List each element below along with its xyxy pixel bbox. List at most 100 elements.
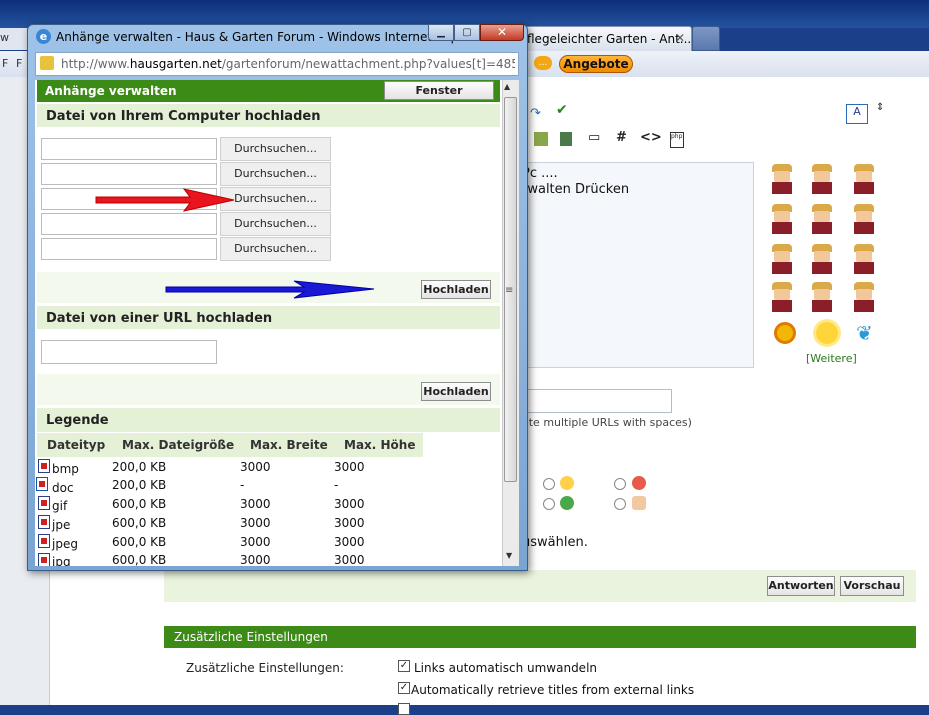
close-window-button[interactable]: ✕: [480, 24, 524, 41]
popup-window-title: Anhänge verwalten - Haus & Garten Forum …: [56, 30, 470, 44]
sunflower-icon[interactable]: [774, 322, 796, 344]
smiley-farmer-icon[interactable]: [770, 164, 794, 194]
smiley-farmer-icon[interactable]: [810, 204, 834, 234]
address-url[interactable]: http://www.hausgarten.net/gartenforum/ne…: [61, 57, 515, 71]
table-cell-width: -: [240, 478, 245, 492]
red-arrow-annotation: [95, 188, 235, 212]
post-icon-radio[interactable]: [614, 478, 626, 490]
table-cell-width: 3000: [240, 460, 271, 474]
scroll-down-arrow-icon[interactable]: ▼: [506, 551, 512, 560]
butterfly-icon[interactable]: ❦: [856, 322, 873, 344]
smiley-farmer-icon[interactable]: [852, 204, 876, 234]
redo-icon[interactable]: ↷: [530, 106, 541, 121]
smiley-farmer-pair-icon[interactable]: [852, 164, 876, 194]
file-input-2[interactable]: [41, 163, 217, 185]
code-icon[interactable]: <>: [640, 130, 662, 145]
speech-bubble-icon[interactable]: …: [534, 56, 552, 70]
post-icon-radio[interactable]: [614, 498, 626, 510]
reply-button[interactable]: Antworten: [767, 576, 835, 596]
thumbs-up-icon: [632, 496, 646, 510]
browse-button-2[interactable]: Durchsuchen...: [220, 162, 331, 186]
table-cell-height: 3000: [334, 516, 365, 530]
table-cell-type: jpeg: [52, 537, 78, 551]
smiley-farmer-icon[interactable]: [770, 204, 794, 234]
editor-toolbar: ↷ ✔ A ⇕ ▭ # <> php: [520, 100, 920, 160]
col-header-maxsize: Max. Dateigröße: [122, 438, 235, 452]
auto-links-checkbox[interactable]: ✓: [398, 660, 410, 672]
browser-tab-garden[interactable]: flegeleichter Garten - Ant... ✕: [522, 26, 692, 51]
cmd-fragment-1: F: [2, 57, 9, 70]
upload-button-computer[interactable]: Hochladen: [421, 280, 491, 299]
smiley-farmer-icon[interactable]: [810, 164, 834, 194]
browse-button-5[interactable]: Durchsuchen...: [220, 237, 331, 261]
image-icon[interactable]: [534, 132, 548, 146]
col-header-maxwidth: Max. Breite: [250, 438, 328, 452]
angebote-button[interactable]: Angebote: [559, 55, 633, 73]
table-cell-size: 600,0 KB: [112, 553, 167, 566]
resize-arrows-icon[interactable]: ⇕: [876, 102, 884, 113]
url-hint: ate multiple URLs with spaces): [522, 416, 692, 429]
file-input-1[interactable]: [41, 138, 217, 160]
browser-tab-partial[interactable]: w: [0, 28, 28, 50]
table-cell-width: 3000: [240, 516, 271, 530]
table-cell-width: 3000: [240, 553, 271, 566]
sun-icon[interactable]: [816, 322, 838, 344]
smiley-farmer-icon[interactable]: [810, 282, 834, 312]
angry-face-icon: [632, 476, 646, 490]
font-size-icon[interactable]: A: [846, 104, 868, 124]
table-cell-height: 3000: [334, 535, 365, 549]
minimize-button[interactable]: ▁: [428, 24, 454, 41]
browse-button-4[interactable]: Durchsuchen...: [220, 212, 331, 236]
smiley-farmer-icon[interactable]: [852, 244, 876, 274]
col-header-maxheight: Max. Höhe: [344, 438, 416, 452]
browse-button-3[interactable]: Durchsuchen...: [220, 187, 331, 211]
neutral-face-icon: [560, 476, 574, 490]
smiley-farmer-question-icon[interactable]: [770, 282, 794, 312]
scroll-up-arrow-icon[interactable]: ▲: [504, 82, 510, 91]
table-cell-height: 3000: [334, 460, 365, 474]
post-icon-radio[interactable]: [543, 498, 555, 510]
browse-button-1[interactable]: Durchsuchen...: [220, 137, 331, 161]
page-favicon-icon: [40, 56, 54, 70]
auto-links-label: Links automatisch umwandeln: [414, 661, 598, 675]
table-cell-height: 3000: [334, 553, 365, 566]
smiley-farmer-icon[interactable]: [770, 244, 794, 274]
file-input-5[interactable]: [41, 238, 217, 260]
additional-settings-title: Zusätzliche Einstellungen: [174, 630, 328, 644]
post-icon-radio[interactable]: [543, 478, 555, 490]
table-cell-width: 3000: [240, 497, 271, 511]
additional-settings-header: Zusätzliche Einstellungen: [164, 626, 916, 648]
table-cell-width: 3000: [240, 535, 271, 549]
background-url-input[interactable]: [520, 389, 672, 413]
col-header-filetype: Dateityp: [47, 438, 106, 452]
spellcheck-icon[interactable]: ✔: [556, 102, 568, 118]
maximize-button[interactable]: ▢: [454, 24, 480, 41]
jpeg-file-icon: [38, 534, 50, 548]
retrieve-titles-checkbox[interactable]: ✓: [398, 682, 410, 694]
section-legend-title: Legende: [46, 413, 109, 428]
table-cell-type: gif: [52, 499, 68, 513]
new-tab-button[interactable]: [692, 26, 720, 51]
url-upload-input[interactable]: [41, 340, 217, 364]
hash-icon[interactable]: #: [616, 130, 627, 145]
table-cell-type: bmp: [52, 462, 79, 476]
more-smilies-link[interactable]: [Weitere]: [806, 352, 857, 365]
cmd-fragment-2: F: [16, 57, 23, 70]
table-cell-size: 600,0 KB: [112, 497, 167, 511]
additional-settings-label: Zusätzliche Einstellungen:: [186, 661, 344, 675]
upload-button-url[interactable]: Hochladen: [421, 382, 491, 401]
php-icon[interactable]: php: [670, 132, 684, 148]
smiley-farmer-icon[interactable]: [810, 244, 834, 274]
section-computer-title: Datei von Ihrem Computer hochladen: [46, 109, 321, 124]
table-cell-type: jpg: [52, 555, 71, 566]
section-url-title: Datei von einer URL hochladen: [46, 311, 273, 326]
jpe-file-icon: [38, 515, 50, 529]
file-input-4[interactable]: [41, 213, 217, 235]
quote-icon[interactable]: ▭: [588, 130, 600, 145]
table-cell-height: 3000: [334, 497, 365, 511]
tab-close-icon[interactable]: ✕: [675, 31, 685, 45]
preview-button[interactable]: Vorschau: [840, 576, 904, 596]
smiley-farmer-icon[interactable]: [852, 282, 876, 312]
close-popup-button[interactable]: Fenster schließen: [384, 81, 494, 115]
video-icon[interactable]: [560, 132, 572, 146]
